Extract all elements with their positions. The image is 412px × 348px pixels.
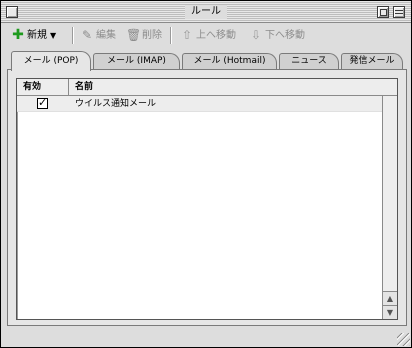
tab-mail-pop[interactable]: メール (POP) [11,51,91,71]
rules-list[interactable]: 有効 名前 ✓ ウイルス通知メール ▲ ▼ [16,78,398,320]
tab-news[interactable]: ニュース [279,53,339,70]
delete-label: 削除 [142,30,162,41]
edit-label: 編集 [96,30,116,41]
delete-button[interactable]: 🗑削除 [126,27,162,44]
edit-button[interactable]: ✎ 編集 [80,27,116,44]
move-up-button[interactable]: ⇧ 上へ移動 [180,27,236,44]
tab-panel: 有効 名前 ✓ ウイルス通知メール ▲ ▼ [7,69,407,326]
move-down-label: 下へ移動 [265,30,305,41]
move-down-button[interactable]: ⇩ 下へ移動 [249,27,305,44]
scroll-down-icon[interactable]: ▼ [383,305,397,319]
resize-grip-icon[interactable] [397,333,410,346]
rule-name: ウイルス通知メール [75,99,157,109]
new-button[interactable]: ✚ 新規 ▼ [11,27,56,44]
arrow-down-icon: ⇩ [250,28,262,42]
tab-mail-hotmail[interactable]: メール (Hotmail) [182,53,277,70]
enabled-checkbox[interactable]: ✓ [37,96,48,109]
trash-icon: 🗑 [126,28,142,42]
vertical-scrollbar[interactable]: ▲ ▼ [382,96,397,319]
tab-bar: メール (POP) メール (IMAP) メール (Hotmail) ニュース … [7,51,407,71]
column-header-enabled[interactable]: 有効 [17,79,69,95]
column-header-name[interactable]: 名前 [69,79,379,95]
tab-outgoing-mail[interactable]: 発信メール [341,53,403,70]
pencil-icon: ✎ [81,28,93,42]
dropdown-arrow-icon[interactable]: ▼ [50,27,56,44]
rules-window: ルール ✚ 新規 ▼ ✎ 編集 🗑削除 ⇧ 上へ移動 ⇩ 下へ移動 メール (POP) メ… [0,0,412,348]
title-bar[interactable]: ルール [1,1,411,23]
tab-mail-imap[interactable]: メール (IMAP) [93,53,180,70]
new-label: 新規 [27,30,47,41]
list-header: 有効 名前 [17,79,397,96]
window-title: ルール [185,5,227,19]
arrow-up-icon: ⇧ [181,28,193,42]
scroll-up-icon[interactable]: ▲ [383,291,397,305]
toolbar-separator [170,27,171,44]
zoom-box-icon[interactable] [377,6,389,18]
windowshade-box-icon[interactable] [393,6,405,18]
toolbar-separator [72,27,73,44]
close-box-icon[interactable] [6,6,18,18]
move-up-label: 上へ移動 [196,30,236,41]
table-row[interactable]: ✓ ウイルス通知メール [17,96,383,112]
plus-icon: ✚ [12,27,24,43]
toolbar: ✚ 新規 ▼ ✎ 編集 🗑削除 ⇧ 上へ移動 ⇩ 下へ移動 [2,24,410,47]
checkmark-icon: ✓ [38,96,48,109]
